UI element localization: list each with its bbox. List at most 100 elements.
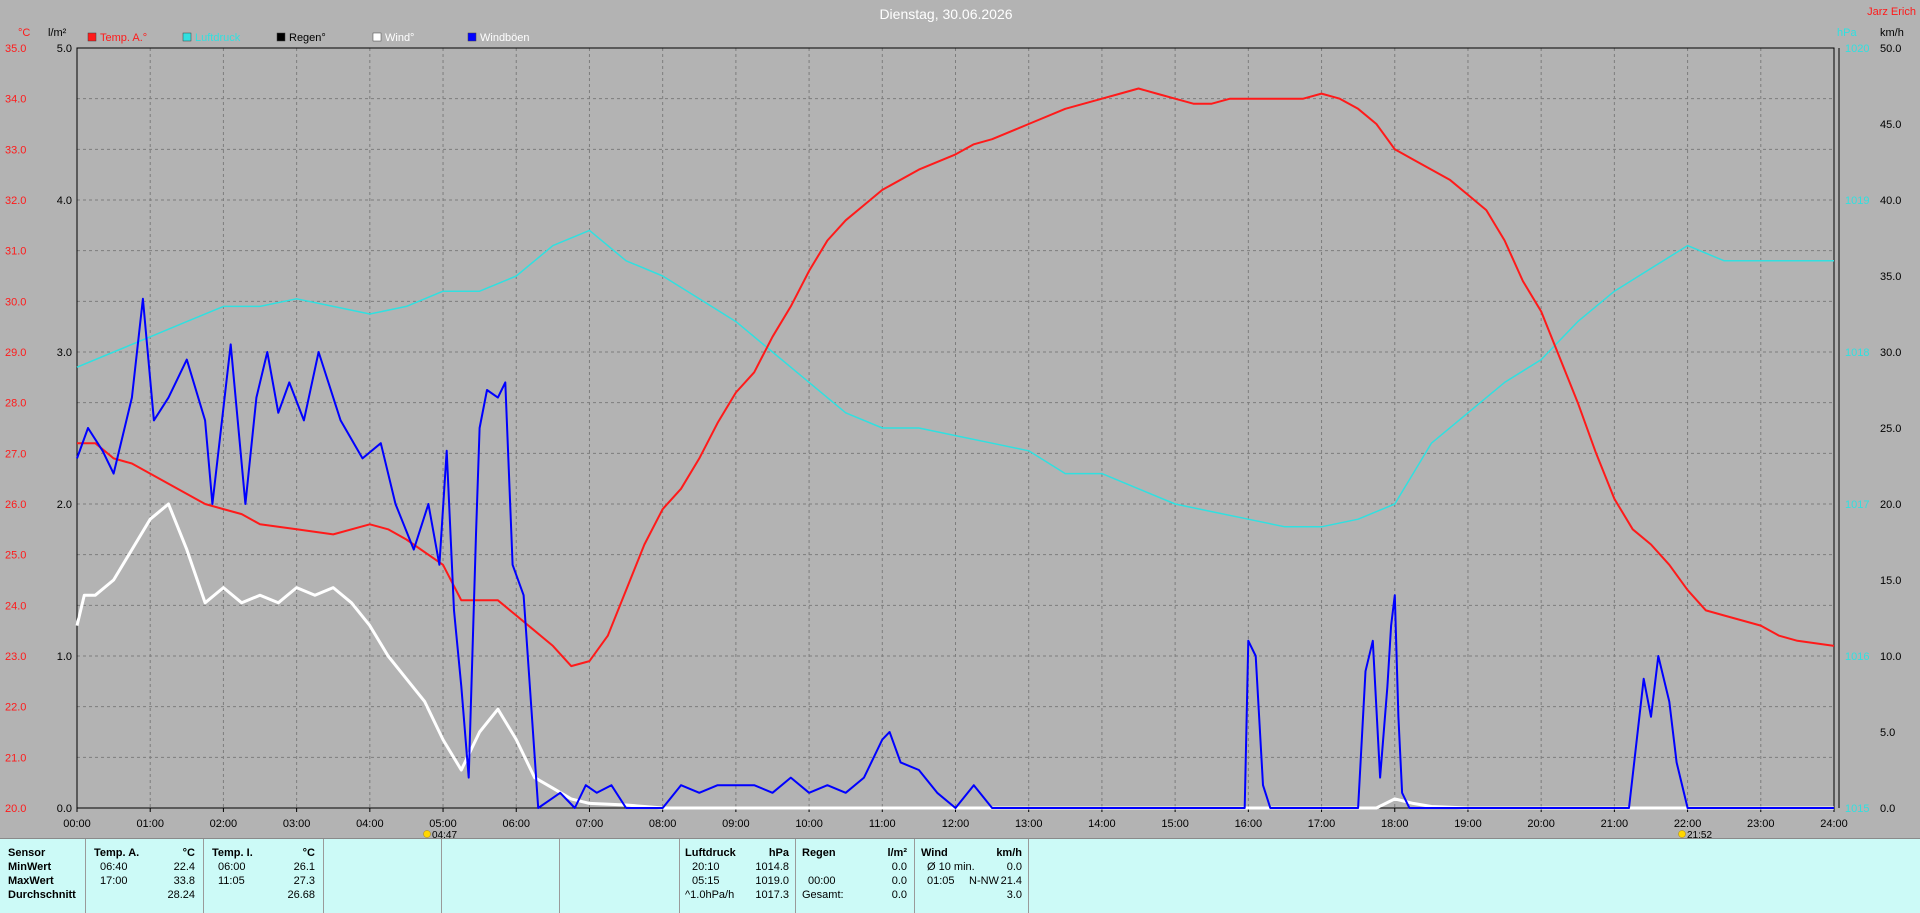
temp-tick-label: 31.0: [5, 246, 26, 258]
temp-tick-label: 22.0: [5, 702, 26, 714]
wind-tick-label: 20.0: [1880, 499, 1901, 511]
time-tick-label: 17:00: [1308, 818, 1336, 830]
time-tick-label: 24:00: [1820, 818, 1848, 830]
temp-tick-label: 30.0: [5, 296, 26, 308]
rain-header: Regen: [802, 847, 836, 859]
time-tick-label: 00:00: [63, 818, 91, 830]
temp-tick-label: 24.0: [5, 600, 26, 612]
pressure-tick-label: 1015: [1845, 803, 1869, 815]
legend-swatch: [276, 32, 286, 42]
temp-a-max-time: 17:00: [100, 875, 128, 887]
summary-panel: Sensor MinWert MaxWert Durchschnitt Temp…: [0, 838, 1920, 913]
sensor-header: Sensor: [8, 847, 46, 859]
sunrise-icon: [423, 830, 431, 838]
time-tick-label: 13:00: [1015, 818, 1043, 830]
temp-a-min-time: 06:40: [100, 861, 128, 873]
time-tick-label: 01:00: [136, 818, 164, 830]
wind-tick-label: 30.0: [1880, 347, 1901, 359]
summary-temp-i-column: Temp. I. °C 06:00 26.1 11:05 27.3 26.68: [203, 839, 323, 913]
temp-tick-label: 25.0: [5, 550, 26, 562]
time-tick-label: 15:00: [1161, 818, 1189, 830]
chart-background: [0, 0, 1920, 838]
summary-empty-column: [323, 839, 441, 913]
temp-a-avg-value: 28.24: [167, 889, 195, 901]
time-tick-label: 22:00: [1674, 818, 1702, 830]
time-tick-label: 10:00: [795, 818, 823, 830]
time-tick-label: 21:00: [1601, 818, 1629, 830]
pressure-tick-label: 1018: [1845, 347, 1869, 359]
time-tick-label: 14:00: [1088, 818, 1116, 830]
temp-i-min-time: 06:00: [218, 861, 246, 873]
time-tick-label: 19:00: [1454, 818, 1482, 830]
rain-min-value: 0.0: [891, 861, 907, 873]
pressure-max-time: 05:15: [692, 875, 720, 887]
summary-empty-column: [441, 839, 559, 913]
summary-empty-column: [1028, 839, 1920, 913]
temp-tick-label: 29.0: [5, 347, 26, 359]
temp-i-min-value: 26.1: [293, 861, 315, 873]
rain-tick-label: 3.0: [57, 347, 72, 359]
pressure-unit: hPa: [768, 847, 789, 859]
rain-axis-unit: l/m²: [48, 27, 67, 39]
pressure-tick-label: 1017: [1845, 499, 1869, 511]
wind-avg-value: 3.0: [1006, 889, 1022, 901]
time-tick-label: 03:00: [283, 818, 311, 830]
chart-title: Dienstag, 30.06.2026: [879, 6, 1012, 22]
time-tick-label: 12:00: [942, 818, 970, 830]
legend-swatch: [87, 32, 97, 42]
pressure-tick-label: 1019: [1845, 195, 1869, 207]
sensor-row-min: MinWert: [8, 861, 52, 873]
pressure-axis-unit: hPa: [1837, 27, 1857, 39]
sensor-row-max: MaxWert: [8, 875, 54, 887]
legend-label: Temp. A.°: [100, 32, 147, 44]
summary-temp-a-column: Temp. A. °C 06:40 22.4 17:00 33.8 28.24: [85, 839, 203, 913]
temp-tick-label: 27.0: [5, 448, 26, 460]
temp-tick-label: 35.0: [5, 43, 26, 55]
temp-i-header: Temp. I.: [212, 847, 253, 859]
pressure-max-value: 1019.0: [755, 875, 789, 887]
legend-label: Windböen: [480, 32, 530, 44]
temp-tick-label: 20.0: [5, 803, 26, 815]
wind-tick-label: 5.0: [1880, 727, 1895, 739]
wind-tick-label: 40.0: [1880, 195, 1901, 207]
sunrise-time: 04:47: [432, 830, 457, 838]
temp-i-unit: °C: [302, 847, 315, 859]
sensor-row-avg: Durchschnitt: [8, 889, 76, 901]
time-tick-label: 11:00: [869, 818, 896, 830]
pressure-min-time: 20:10: [692, 861, 720, 873]
time-tick-label: 20:00: [1527, 818, 1555, 830]
pressure-tick-label: 1016: [1845, 651, 1869, 663]
legend-swatch: [467, 32, 477, 42]
summary-sensor-column: Sensor MinWert MaxWert Durchschnitt: [0, 839, 85, 913]
legend-label: Wind°: [385, 32, 414, 44]
temp-a-unit: °C: [182, 847, 195, 859]
time-tick-label: 06:00: [502, 818, 530, 830]
wind-max-value: 21.4: [1000, 875, 1022, 887]
pressure-header: Luftdruck: [685, 847, 736, 859]
wind-tick-label: 0.0: [1880, 803, 1895, 815]
pressure-tick-label: 1020: [1845, 43, 1869, 55]
rain-tick-label: 5.0: [57, 43, 72, 55]
temp-tick-label: 26.0: [5, 499, 26, 511]
user-name: Jarz Erich: [1867, 6, 1916, 18]
time-tick-label: 08:00: [649, 818, 677, 830]
summary-empty-column: [559, 839, 679, 913]
rain-unit: l/m²: [887, 847, 907, 859]
temp-tick-label: 34.0: [5, 94, 26, 106]
temp-a-header: Temp. A.: [94, 847, 140, 859]
summary-rain-column: Regen l/m² 0.0 00:00 0.0 Gesamt: 0.0: [795, 839, 914, 913]
rain-max-time: 00:00: [808, 875, 836, 887]
time-tick-label: 04:00: [356, 818, 384, 830]
wind-tick-label: 25.0: [1880, 423, 1901, 435]
temp-axis-unit: °C: [18, 27, 30, 39]
wind-tick-label: 15.0: [1880, 575, 1901, 587]
summary-wind-column: Wind km/h Ø 10 min. 0.0 01:05 N-NW 21.4 …: [914, 839, 1028, 913]
wind-avg10-value: 0.0: [1006, 861, 1022, 873]
legend-label: Regen°: [289, 32, 326, 44]
wind-tick-label: 50.0: [1880, 43, 1901, 55]
pressure-min-value: 1014.8: [755, 861, 789, 873]
temp-i-avg-value: 26.68: [287, 889, 315, 901]
wind-avg10-label: Ø 10 min.: [927, 861, 975, 873]
legend-swatch: [372, 32, 382, 42]
weather-chart: 35.0 34.0 33.0 32.0 31.0 30.0 29.0 28.0 27.0 26.0…: [0, 0, 1920, 838]
